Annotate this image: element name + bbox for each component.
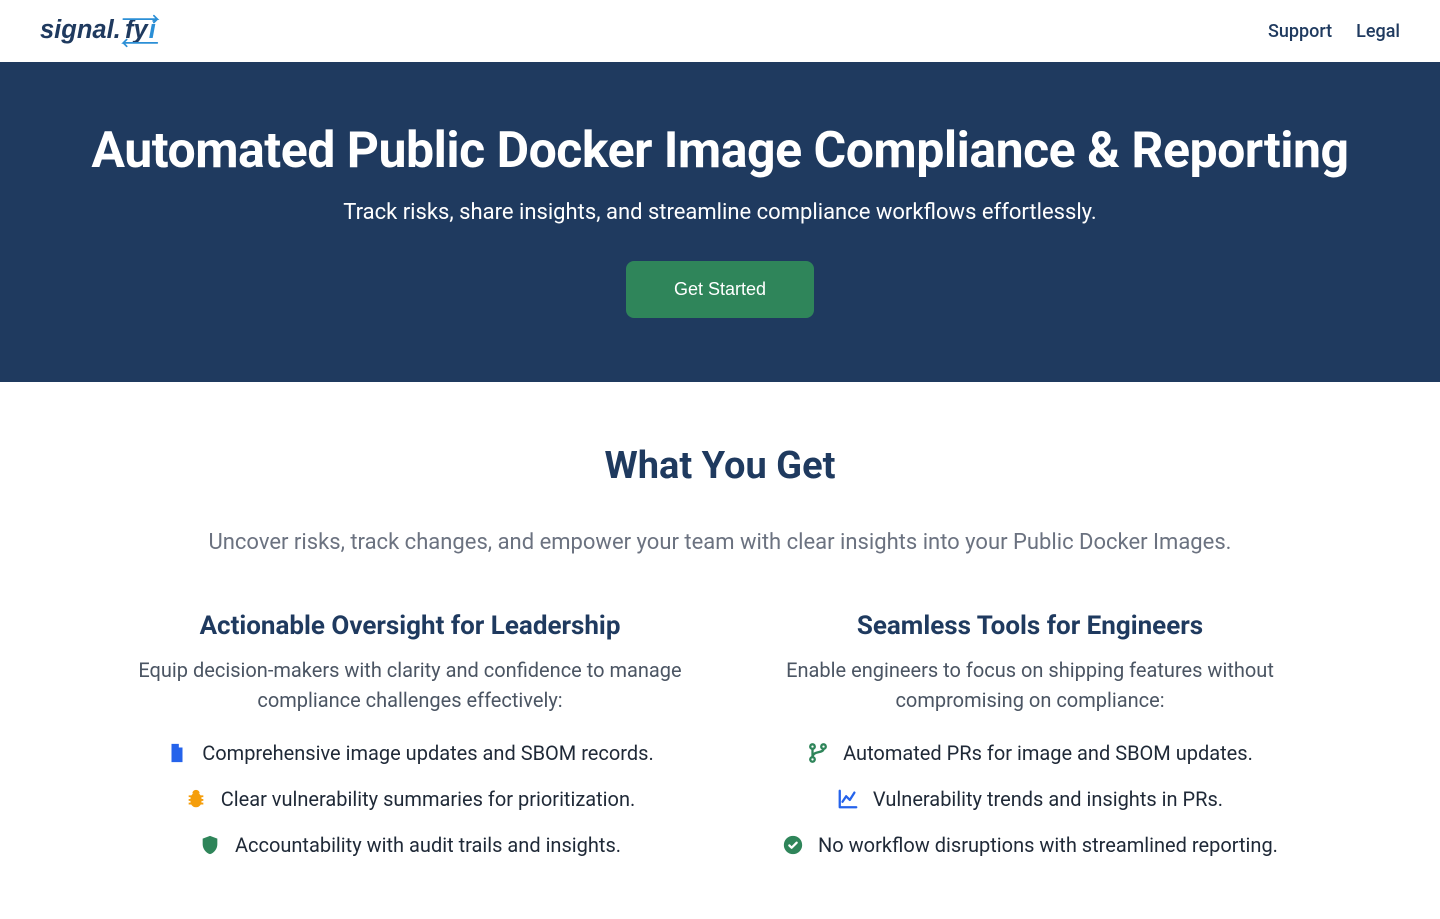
section-subtitle: Uncover risks, track changes, and empowe… xyxy=(80,530,1360,555)
shield-icon xyxy=(199,834,221,856)
feature-text: No workflow disruptions with streamlined… xyxy=(818,833,1278,857)
svg-text:fy: fy xyxy=(125,16,149,44)
chart-icon xyxy=(837,788,859,810)
list-item: Clear vulnerability summaries for priori… xyxy=(130,787,690,811)
feature-text: Clear vulnerability summaries for priori… xyxy=(221,787,636,811)
svg-text:signal.: signal. xyxy=(40,16,121,44)
hero-subtitle: Track risks, share insights, and streaml… xyxy=(40,200,1400,225)
leadership-desc: Equip decision-makers with clarity and c… xyxy=(130,655,690,715)
feature-text: Automated PRs for image and SBOM updates… xyxy=(843,741,1253,765)
nav: Support Legal xyxy=(1268,21,1400,42)
leadership-list: Comprehensive image updates and SBOM rec… xyxy=(130,741,690,857)
hero: Automated Public Docker Image Compliance… xyxy=(0,62,1440,382)
engineers-title: Seamless Tools for Engineers xyxy=(750,611,1310,641)
feature-text: Comprehensive image updates and SBOM rec… xyxy=(202,741,654,765)
section-title: What You Get xyxy=(80,444,1360,488)
feature-text: Accountability with audit trails and ins… xyxy=(235,833,621,857)
list-item: Vulnerability trends and insights in PRs… xyxy=(750,787,1310,811)
list-item: Comprehensive image updates and SBOM rec… xyxy=(130,741,690,765)
file-icon xyxy=(166,742,188,764)
list-item: No workflow disruptions with streamlined… xyxy=(750,833,1310,857)
get-started-button[interactable]: Get Started xyxy=(626,261,814,318)
leadership-title: Actionable Oversight for Leadership xyxy=(130,611,690,641)
logo-link[interactable]: signal. fy i xyxy=(40,14,185,48)
what-you-get-section: What You Get Uncover risks, track change… xyxy=(0,382,1440,919)
feature-text: Vulnerability trends and insights in PRs… xyxy=(873,787,1223,811)
nav-support[interactable]: Support xyxy=(1268,21,1332,42)
leadership-column: Actionable Oversight for Leadership Equi… xyxy=(130,611,690,879)
nav-legal[interactable]: Legal xyxy=(1356,21,1400,42)
list-item: Automated PRs for image and SBOM updates… xyxy=(750,741,1310,765)
logo-icon: signal. fy i xyxy=(40,14,185,48)
columns: Actionable Oversight for Leadership Equi… xyxy=(80,611,1360,879)
branch-icon xyxy=(807,742,829,764)
check-circle-icon xyxy=(782,834,804,856)
engineers-list: Automated PRs for image and SBOM updates… xyxy=(750,741,1310,857)
header: signal. fy i Support Legal xyxy=(0,0,1440,62)
engineers-desc: Enable engineers to focus on shipping fe… xyxy=(750,655,1310,715)
engineers-column: Seamless Tools for Engineers Enable engi… xyxy=(750,611,1310,879)
bug-icon xyxy=(185,788,207,810)
hero-title: Automated Public Docker Image Compliance… xyxy=(40,122,1400,180)
list-item: Accountability with audit trails and ins… xyxy=(130,833,690,857)
